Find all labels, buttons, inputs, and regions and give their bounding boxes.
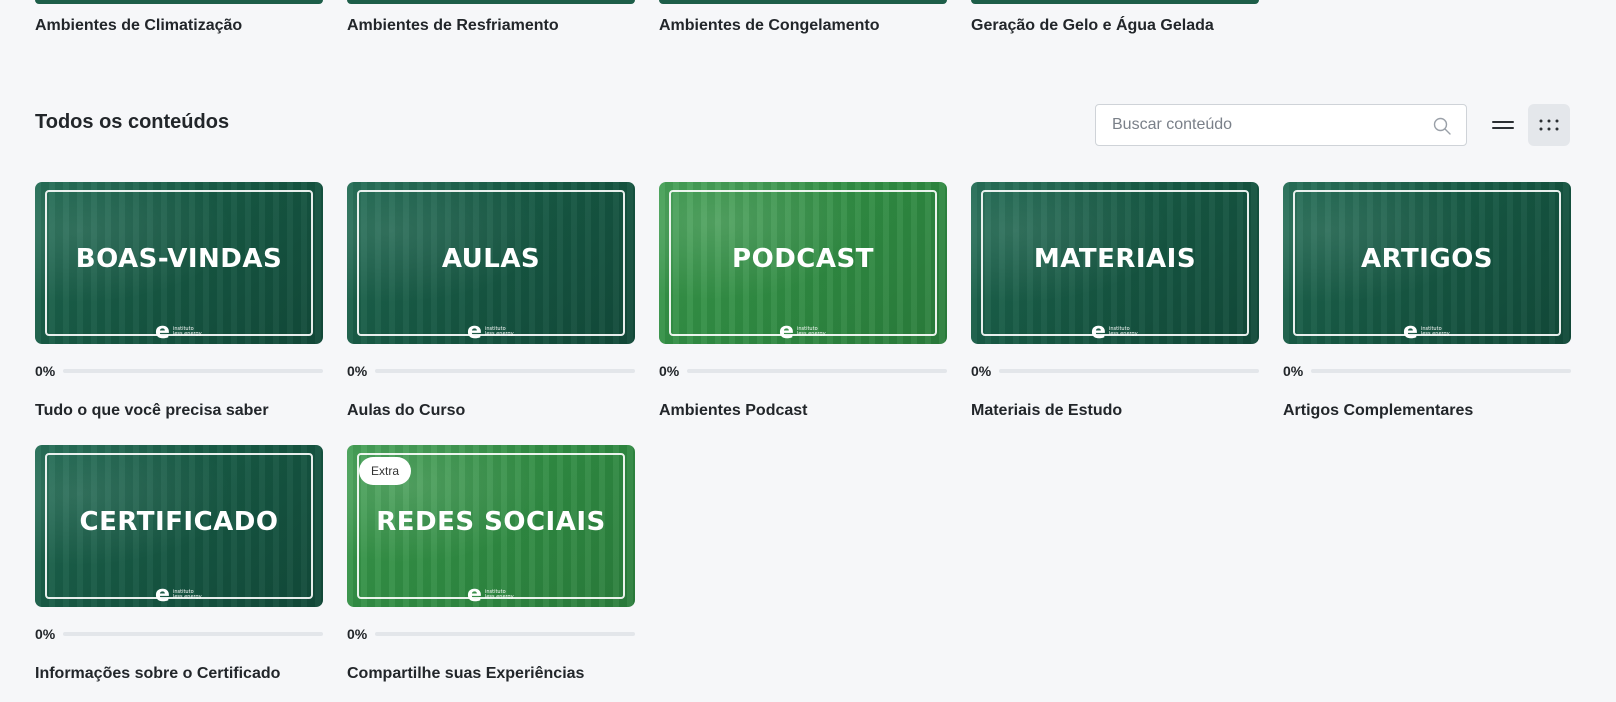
logo-mark: e xyxy=(779,319,794,344)
card-thumbnail[interactable]: Extra REDES SOCIAIS e instituto less ene… xyxy=(347,445,635,607)
card-title[interactable]: Artigos Complementares xyxy=(1283,402,1571,420)
progress-bar xyxy=(375,632,635,636)
content-card[interactable]: AULAS e instituto less energy 0% Aulas d… xyxy=(347,182,635,420)
logo-text: instituto less energy xyxy=(172,589,202,600)
thumbnail-title: CERTIFICADO xyxy=(79,507,279,537)
card-title[interactable]: Materiais de Estudo xyxy=(971,402,1259,420)
search-input[interactable] xyxy=(1096,105,1426,145)
brand-logo: e instituto less energy xyxy=(1397,319,1457,344)
thumbnail-title: MATERIAIS xyxy=(1033,244,1197,274)
logo-mark: e xyxy=(155,319,170,344)
card-title[interactable]: Compartilhe suas Experiências xyxy=(347,665,635,683)
logo-mark: e xyxy=(155,582,170,607)
brand-logo: e instituto less energy xyxy=(461,319,521,344)
search-icon[interactable] xyxy=(1432,116,1452,136)
grid-view-button[interactable] xyxy=(1528,104,1570,146)
card-thumbnail[interactable]: CERTIFICADO e instituto less energy xyxy=(35,445,323,607)
card-title[interactable]: Ambientes Podcast xyxy=(659,402,947,420)
progress-bar xyxy=(687,369,947,373)
logo-text: instituto less energy xyxy=(1108,326,1138,337)
logo-text: instituto less energy xyxy=(796,326,826,337)
logo-text: instituto less energy xyxy=(484,326,514,337)
progress: 0% xyxy=(659,363,947,379)
card-title[interactable]: Informações sobre o Certificado xyxy=(35,665,323,683)
logo-text: instituto less energy xyxy=(172,326,202,337)
grid-icon xyxy=(1539,119,1559,131)
list-view-button[interactable] xyxy=(1482,104,1524,146)
thumbnail-title: BOAS-VINDAS xyxy=(75,244,283,274)
progress: 0% xyxy=(971,363,1259,379)
top-card-title[interactable]: Ambientes de Resfriamento xyxy=(347,17,559,35)
card-title[interactable]: Tudo o que você precisa saber xyxy=(35,402,323,420)
progress-bar xyxy=(63,632,323,636)
thumbnail-title: AULAS xyxy=(441,244,541,274)
top-card-title[interactable]: Ambientes de Congelamento xyxy=(659,17,879,35)
logo-mark: e xyxy=(467,319,482,344)
top-card[interactable]: Ambientes de Congelamento xyxy=(659,0,947,34)
top-card[interactable]: Geração de Gelo e Água Gelada xyxy=(971,0,1259,34)
progress-percent: 0% xyxy=(659,363,680,379)
content-card[interactable]: ARTIGOS e instituto less energy 0% Artig… xyxy=(1283,182,1571,420)
progress-percent: 0% xyxy=(35,626,56,642)
top-card[interactable]: Ambientes de Climatização xyxy=(35,0,323,34)
progress-percent: 0% xyxy=(35,363,56,379)
progress: 0% xyxy=(35,363,323,379)
progress-bar xyxy=(1311,369,1571,373)
top-card[interactable]: Ambientes de Resfriamento xyxy=(347,0,635,34)
top-card-thumbnail[interactable] xyxy=(347,0,635,4)
progress: 0% xyxy=(35,626,323,642)
logo-mark: e xyxy=(467,582,482,607)
content-card[interactable]: MATERIAIS e instituto less energy 0% Mat… xyxy=(971,182,1259,420)
card-thumbnail[interactable]: PODCAST e instituto less energy xyxy=(659,182,947,344)
thumbnail-title: ARTIGOS xyxy=(1360,244,1494,274)
card-thumbnail[interactable]: BOAS-VINDAS e instituto less energy xyxy=(35,182,323,344)
brand-logo: e instituto less energy xyxy=(461,582,521,607)
extra-badge: Extra xyxy=(359,457,412,485)
progress-percent: 0% xyxy=(347,363,368,379)
card-title[interactable]: Aulas do Curso xyxy=(347,402,635,420)
progress-bar xyxy=(999,369,1259,373)
thumbnail-title: REDES SOCIAIS xyxy=(376,507,606,537)
progress-bar xyxy=(63,369,323,373)
card-thumbnail[interactable]: AULAS e instituto less energy xyxy=(347,182,635,344)
progress-percent: 0% xyxy=(347,626,368,642)
page: Ambientes de Climatização Ambientes de R… xyxy=(0,0,1616,702)
logo-text: instituto less energy xyxy=(484,589,514,600)
top-card-thumbnail[interactable] xyxy=(659,0,947,4)
brand-logo: e instituto less energy xyxy=(773,319,833,344)
brand-logo: e instituto less energy xyxy=(149,582,209,607)
card-thumbnail[interactable]: MATERIAIS e instituto less energy xyxy=(971,182,1259,344)
card-thumbnail[interactable]: ARTIGOS e instituto less energy xyxy=(1283,182,1571,344)
progress-percent: 0% xyxy=(971,363,992,379)
logo-mark: e xyxy=(1091,319,1106,344)
content-card[interactable]: Extra REDES SOCIAIS e instituto less ene… xyxy=(347,445,635,683)
content-card[interactable]: BOAS-VINDAS e instituto less energy 0% T… xyxy=(35,182,323,420)
top-card-thumbnail[interactable] xyxy=(971,0,1259,4)
progress: 0% xyxy=(1283,363,1571,379)
progress-bar xyxy=(375,369,635,373)
brand-logo: e instituto less energy xyxy=(1085,319,1145,344)
list-icon xyxy=(1492,121,1514,129)
top-card-title[interactable]: Ambientes de Climatização xyxy=(35,17,242,35)
content-card[interactable]: CERTIFICADO e instituto less energy 0% I… xyxy=(35,445,323,683)
top-card-title[interactable]: Geração de Gelo e Água Gelada xyxy=(971,17,1214,35)
brand-logo: e instituto less energy xyxy=(149,319,209,344)
section-title: Todos os conteúdos xyxy=(35,111,230,133)
progress: 0% xyxy=(347,363,635,379)
logo-mark: e xyxy=(1403,319,1418,344)
thumbnail-title: PODCAST xyxy=(732,244,874,274)
content-card[interactable]: PODCAST e instituto less energy 0% Ambie… xyxy=(659,182,947,420)
search-box[interactable] xyxy=(1095,104,1467,146)
progress: 0% xyxy=(347,626,635,642)
top-card-thumbnail[interactable] xyxy=(35,0,323,4)
progress-percent: 0% xyxy=(1283,363,1304,379)
logo-text: instituto less energy xyxy=(1420,326,1450,337)
